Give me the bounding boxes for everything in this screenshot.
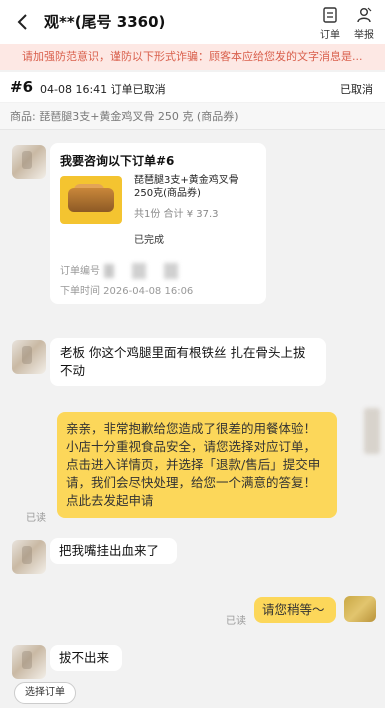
report-label: 举报 — [354, 30, 374, 41]
message-text: 亲亲，非常抱歉给您造成了很差的用餐体验！小店十分重视食品安全，请您选择对应订单，… — [66, 421, 321, 508]
customer-avatar[interactable] — [12, 645, 46, 679]
customer-avatar[interactable] — [12, 340, 46, 374]
fraud-warning-banner[interactable]: 请加强防范意识，谨防以下形式诈骗：顾客本应给您发的文字消息是... — [0, 44, 385, 70]
customer-avatar[interactable] — [12, 540, 46, 574]
order-bar[interactable]: #6 04-08 16:41 订单已取消 已取消 — [0, 72, 385, 102]
order-inquiry-card[interactable]: 我要咨询以下订单#6 琵琶腿3支+黄金鸡叉骨 250克(商品券) 共1份 合计 … — [50, 143, 266, 304]
chevron-left-icon — [17, 14, 27, 30]
select-order-button[interactable]: 选择订单 — [14, 682, 76, 704]
order-time-status: 04-08 16:41 订单已取消 — [40, 83, 166, 96]
merchant-message-bubble[interactable]: 请您稍等～ — [254, 597, 336, 623]
card-order-number-row: 订单编号 — [60, 262, 178, 279]
order-product-line: 商品: 琵琶腿3支+黄金鸡叉骨 250 克 (商品券) — [0, 103, 385, 130]
message-text: 老板 你这个鸡腿里面有根铁丝 扎在骨头上拔不动 — [60, 345, 306, 378]
orders-button[interactable]: 订单 — [316, 6, 344, 41]
order-number: #6 — [10, 78, 34, 96]
card-title: 我要咨询以下订单#6 — [60, 154, 175, 168]
message-text: 请您稍等～ — [262, 602, 325, 617]
merchant-message-bubble[interactable]: 亲亲，非常抱歉给您造成了很差的用餐体验！小店十分重视食品安全，请您选择对应订单，… — [57, 412, 337, 518]
chat-header: 观**(尾号 3360) 订单 举报 — [0, 0, 385, 44]
redacted-order-number — [104, 264, 114, 278]
chat-title: 观**(尾号 3360) — [44, 13, 166, 31]
card-order-time: 下单时间 2026-04-08 16:06 — [60, 286, 194, 297]
order-list-icon — [323, 7, 337, 23]
message-text: 拔不出来 — [59, 650, 110, 665]
message-text: 把我嘴挂出血来了 — [59, 543, 160, 558]
product-thumbnail — [60, 176, 122, 224]
read-receipt: 已读 — [226, 616, 246, 627]
card-quantity-total: 共1份 合计 ¥ 37.3 — [134, 209, 219, 220]
orders-label: 订单 — [320, 30, 340, 41]
card-product-name: 琵琶腿3支+黄金鸡叉骨 250克(商品券) — [134, 175, 239, 199]
message-bubble[interactable]: 老板 你这个鸡腿里面有根铁丝 扎在骨头上拔不动 — [50, 338, 326, 386]
message-bubble[interactable]: 拔不出来 — [50, 645, 122, 671]
report-icon — [357, 7, 372, 23]
back-button[interactable] — [8, 8, 36, 36]
card-order-state: 已完成 — [134, 235, 164, 246]
customer-avatar[interactable] — [12, 145, 46, 179]
merchant-avatar[interactable] — [344, 596, 376, 622]
card-order-number-label: 订单编号 — [60, 266, 100, 277]
order-status: 已取消 — [340, 83, 373, 96]
message-bubble[interactable]: 把我嘴挂出血来了 — [50, 538, 177, 564]
read-receipt: 已读 — [26, 513, 46, 524]
report-button[interactable]: 举报 — [350, 6, 378, 41]
